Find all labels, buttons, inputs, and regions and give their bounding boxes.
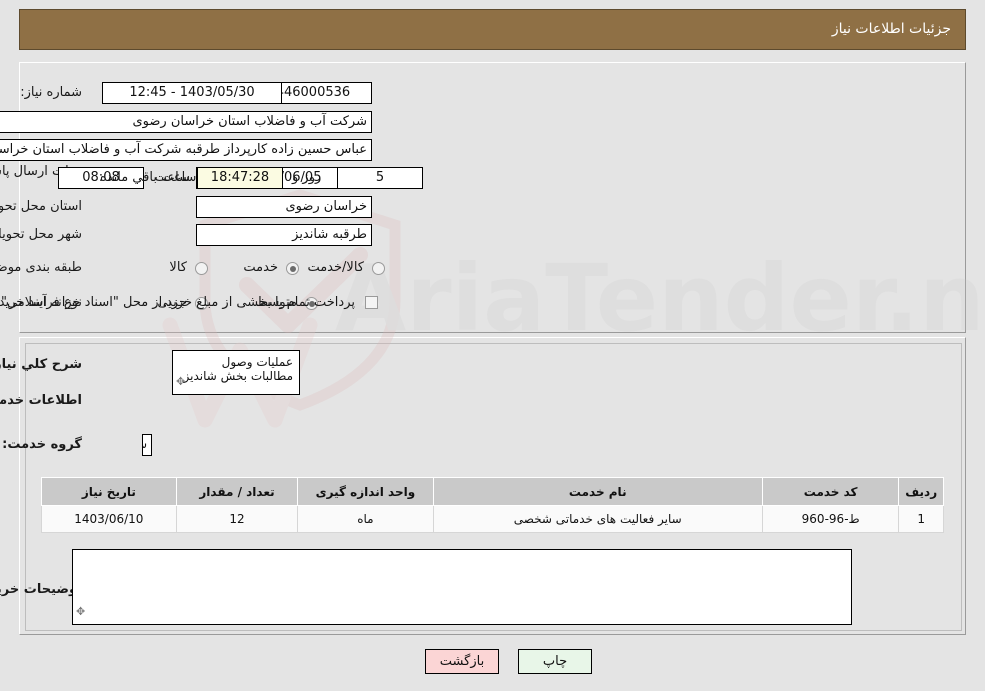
- page-header-bar: جزئیات اطلاعات نیاز: [19, 9, 966, 50]
- table-header-row: ردیف کد خدمت نام خدمت واحد اندازه گیری ت…: [41, 477, 944, 506]
- td-name: سایر فعالیت های خدماتی شخصی: [432, 505, 763, 533]
- th-quantity: تعداد / مقدار: [175, 477, 299, 506]
- category-label-kala: کالا: [169, 260, 187, 275]
- category-label-khedmat: خدمت: [243, 260, 278, 275]
- province-label: استان محل تحویل:: [0, 199, 82, 214]
- back-button[interactable]: بازگشت: [425, 649, 499, 674]
- city-label: شهر محل تحویل:: [0, 227, 82, 242]
- service-group-value: سایر فعالیت‌های خدماتی: [142, 434, 152, 456]
- general-description-textarea[interactable]: عملیات وصول مطالبات بخش شاندیز: [172, 350, 300, 395]
- buyer-notes-label: توضیحات خریدار:: [0, 582, 82, 597]
- buyer-org-value: شرکت آب و فاضلاب استان خراسان رضوی: [0, 111, 372, 133]
- buyer-notes-textarea[interactable]: [72, 549, 852, 625]
- service-group-label: گروه خدمت:: [2, 437, 82, 452]
- td-need-date: 1403/06/10: [41, 505, 177, 533]
- services-table: ردیف کد خدمت نام خدمت واحد اندازه گیری ت…: [41, 477, 944, 533]
- need-details-page: AriaTender.net جزئیات اطلاعات نیاز شماره…: [0, 0, 985, 691]
- treasury-documents-label: پرداخت تمام یا بخشی از مبلغ خرید،از محل …: [0, 295, 355, 310]
- remaining-days-value: 5: [337, 167, 423, 189]
- category-label-kala-khedmat: کالا/خدمت: [307, 260, 364, 275]
- general-description-value: عملیات وصول مطالبات بخش شاندیز: [183, 355, 293, 383]
- need-number-label: شماره نیاز:: [20, 85, 82, 100]
- services-section-title: اطلاعات خدمات مورد نیاز: [0, 393, 82, 408]
- td-row: 1: [898, 505, 944, 533]
- category-radio-kala[interactable]: [195, 262, 208, 275]
- page-title: جزئیات اطلاعات نیاز: [831, 21, 951, 37]
- th-unit: واحد اندازه گیری: [297, 477, 434, 506]
- category-radio-khedmat[interactable]: [286, 262, 299, 275]
- remaining-time-value: 18:47:28: [197, 167, 283, 189]
- td-quantity: 12: [175, 505, 299, 533]
- td-unit: ماه: [297, 505, 434, 533]
- remaining-days-label: روز و: [292, 170, 322, 185]
- th-name: نام خدمت: [432, 477, 763, 506]
- category-label: طبقه بندی موضوعی:: [0, 260, 82, 275]
- remaining-time-label: ساعت باقي مانده: [100, 170, 197, 185]
- creator-value: عباس حسین زاده کارپرداز طرقبه شرکت آب و …: [0, 139, 372, 161]
- announce-datetime-value: 1403/05/30 - 12:45: [102, 82, 282, 104]
- table-row: 1 ط-96-960 سایر فعالیت های خدماتی شخصی م…: [41, 505, 944, 533]
- th-row: ردیف: [898, 477, 944, 506]
- province-value: خراسان رضوی: [196, 196, 372, 218]
- td-code: ط-96-960: [761, 505, 900, 533]
- city-value: طرقبه شاندیز: [196, 224, 372, 246]
- category-radio-kala-khedmat[interactable]: [372, 262, 385, 275]
- general-description-label: شرح کلي نیاز:: [0, 357, 82, 372]
- th-code: کد خدمت: [761, 477, 900, 506]
- th-need-date: تاریخ نیاز: [41, 477, 177, 506]
- print-button[interactable]: چاپ: [518, 649, 592, 674]
- treasury-documents-checkbox[interactable]: [365, 296, 378, 309]
